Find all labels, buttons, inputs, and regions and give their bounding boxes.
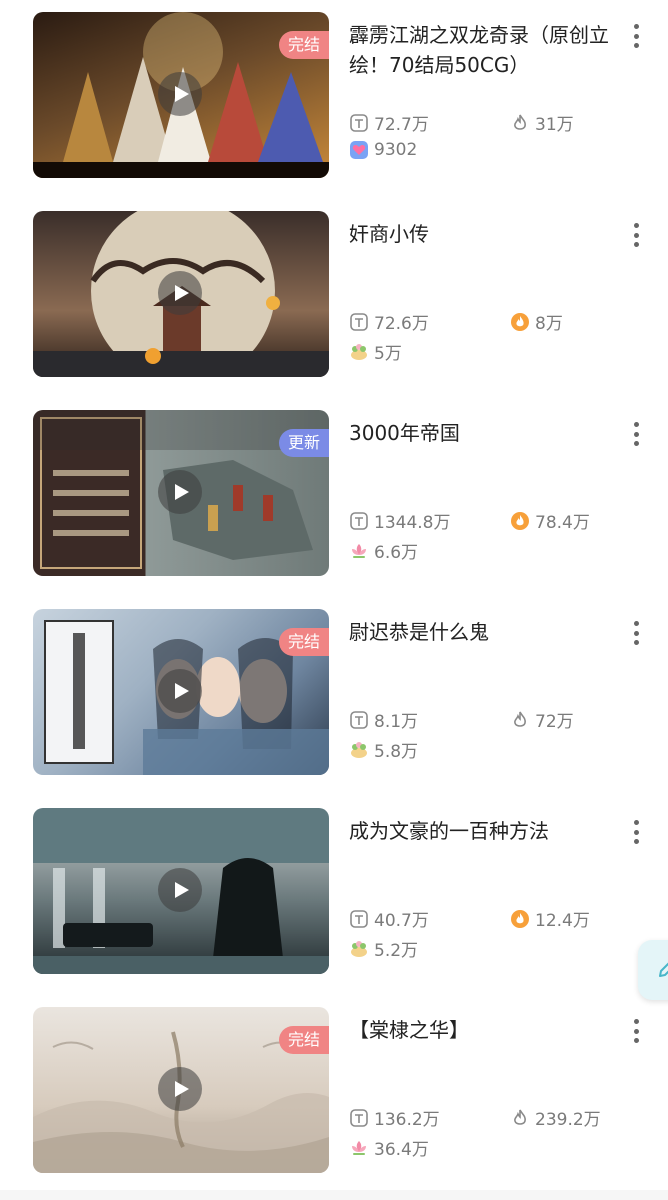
text-icon <box>349 511 369 531</box>
status-badge: 完结 <box>278 628 329 656</box>
fire-badge-icon <box>510 909 530 929</box>
popularity-stat: 8万 <box>510 309 563 334</box>
more-options-button[interactable] <box>626 621 646 645</box>
play-icon <box>174 285 189 301</box>
support-stat: 5万 <box>349 339 402 364</box>
more-options-button[interactable] <box>626 820 646 844</box>
views-stat: 72.6万 <box>349 309 429 334</box>
play-button[interactable] <box>158 1067 202 1111</box>
flame-icon <box>510 1108 530 1128</box>
text-icon <box>349 710 369 730</box>
game-title[interactable]: 奸商小传 <box>349 219 619 249</box>
game-thumbnail[interactable]: 更新 <box>33 410 329 576</box>
play-icon <box>174 683 189 699</box>
play-button[interactable] <box>158 470 202 514</box>
game-title[interactable]: 霹雳江湖之双龙奇录（原创立绘！70结局50CG） <box>349 20 619 80</box>
play-button[interactable] <box>158 271 202 315</box>
play-icon <box>174 882 189 898</box>
heart-gift-icon <box>349 140 369 160</box>
game-title[interactable]: 尉迟恭是什么鬼 <box>349 617 619 647</box>
play-icon <box>174 484 189 500</box>
list-bottom-edge <box>0 1190 668 1200</box>
popularity-stat: 78.4万 <box>510 508 590 533</box>
pencil-icon <box>659 962 668 977</box>
popularity-stat: 12.4万 <box>510 906 590 931</box>
support-stat: 5.2万 <box>349 936 418 961</box>
more-options-button[interactable] <box>626 422 646 446</box>
flower-bun-icon <box>349 342 369 362</box>
game-title[interactable]: 3000年帝国 <box>349 418 619 448</box>
lotus-icon <box>349 1138 369 1158</box>
play-icon <box>174 86 189 102</box>
game-thumbnail[interactable]: 完结 <box>33 12 329 178</box>
fire-badge-icon <box>510 511 530 531</box>
game-title[interactable]: 成为文豪的一百种方法 <box>349 816 619 846</box>
game-thumbnail[interactable]: 完结 <box>33 1007 329 1173</box>
views-stat: 40.7万 <box>349 906 429 931</box>
play-button[interactable] <box>158 669 202 713</box>
flower-bun-icon <box>349 939 369 959</box>
popularity-stat: 72万 <box>510 707 574 732</box>
play-button[interactable] <box>158 72 202 116</box>
edit-floating-button[interactable] <box>638 940 668 1000</box>
views-stat: 1344.8万 <box>349 508 450 533</box>
status-badge: 完结 <box>278 1026 329 1054</box>
game-thumbnail[interactable] <box>33 808 329 974</box>
game-title[interactable]: 【棠棣之华】 <box>349 1015 619 1045</box>
list-item[interactable]: 奸商小传 72.6万 8万 5万 <box>0 201 668 377</box>
text-icon <box>349 1108 369 1128</box>
list-item[interactable]: 完结 尉迟恭是什么鬼 8.1万 72万 5.8万 <box>0 599 668 775</box>
list-item[interactable]: 完结 霹雳江湖之双龙奇录（原创立绘！70结局50CG） 72.7万 31万 93… <box>0 2 668 178</box>
views-stat: 136.2万 <box>349 1105 440 1130</box>
more-options-button[interactable] <box>626 223 646 247</box>
support-stat: 6.6万 <box>349 538 418 563</box>
status-badge: 更新 <box>278 429 329 457</box>
views-stat: 8.1万 <box>349 707 418 732</box>
fire-badge-icon <box>510 312 530 332</box>
support-stat: 5.8万 <box>349 737 418 762</box>
text-icon <box>349 312 369 332</box>
support-stat: 36.4万 <box>349 1135 429 1160</box>
list-item[interactable]: 成为文豪的一百种方法 40.7万 12.4万 5.2万 <box>0 798 668 974</box>
game-thumbnail[interactable]: 完结 <box>33 609 329 775</box>
game-thumbnail[interactable] <box>33 211 329 377</box>
popularity-stat: 239.2万 <box>510 1105 601 1130</box>
status-badge: 完结 <box>278 31 329 59</box>
flower-bun-icon <box>349 740 369 760</box>
lotus-icon <box>349 541 369 561</box>
list-item[interactable]: 更新 3000年帝国 1344.8万 78.4万 6.6万 <box>0 400 668 576</box>
flame-icon <box>510 113 530 133</box>
more-options-button[interactable] <box>626 1019 646 1043</box>
popularity-stat: 31万 <box>510 110 574 135</box>
flame-icon <box>510 710 530 730</box>
more-options-button[interactable] <box>626 24 646 48</box>
text-icon <box>349 909 369 929</box>
list-item[interactable]: 完结 【棠棣之华】 136.2万 239.2万 36.4万 <box>0 997 668 1173</box>
support-stat: 9302 <box>349 140 417 160</box>
text-icon <box>349 113 369 133</box>
play-icon <box>174 1081 189 1097</box>
play-button[interactable] <box>158 868 202 912</box>
views-stat: 72.7万 <box>349 110 429 135</box>
